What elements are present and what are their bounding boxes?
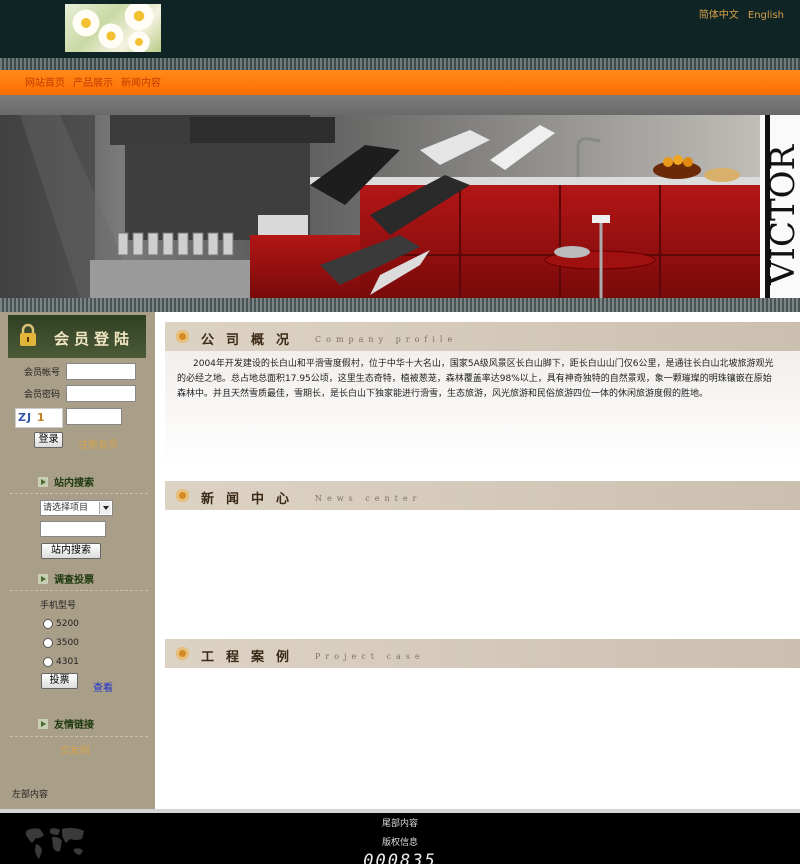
- banner-stripe: [0, 298, 800, 312]
- password-label: 会员密码: [24, 390, 61, 400]
- view-results-link[interactable]: 查看: [93, 679, 113, 694]
- site-search-title: 站内搜索: [54, 478, 94, 489]
- projects-title: 工程案例: [201, 650, 302, 665]
- login-title: 会员登陆: [54, 330, 135, 348]
- password-input[interactable]: [66, 385, 136, 402]
- chevron-down-icon: [99, 502, 111, 514]
- projects-subtitle: Project case: [315, 652, 425, 661]
- news-center-heading: 新闻中心 News center: [165, 481, 800, 510]
- logo-image: [65, 4, 161, 52]
- site-search-button[interactable]: 站内搜索: [41, 543, 101, 559]
- friend-link-item[interactable]: 交友网: [60, 742, 90, 757]
- divider: [10, 736, 148, 737]
- survey-radio-3[interactable]: [43, 657, 53, 667]
- site-search-heading: 站内搜索: [38, 474, 94, 489]
- friend-links-title: 友情链接: [54, 720, 94, 731]
- nav-news[interactable]: 新闻内容: [121, 74, 161, 89]
- bullet-icon: [176, 330, 189, 343]
- news-title: 新闻中心: [201, 492, 302, 507]
- survey-option-3: 4301: [56, 657, 79, 667]
- survey-radio-2[interactable]: [43, 638, 53, 648]
- header-stripe: [0, 58, 800, 70]
- captcha-input[interactable]: [66, 408, 122, 425]
- login-button[interactable]: 登录: [34, 432, 63, 448]
- bullet-icon: [176, 647, 189, 660]
- project-select[interactable]: 请选择项目: [40, 500, 113, 516]
- company-title: 公司概况: [201, 333, 302, 348]
- company-profile-heading: 公司概况 Company profile: [165, 322, 800, 351]
- account-label: 会员帐号: [24, 368, 61, 378]
- page: 简体中文 English 网站首页 产品展示 新闻内容 VICTOR 会员登陆 …: [0, 0, 800, 864]
- project-case-heading: 工程案例 Project case: [165, 639, 800, 668]
- survey-option-2: 3500: [56, 638, 79, 648]
- lang-english-link[interactable]: English: [748, 10, 784, 21]
- visit-counter: 000835: [363, 851, 437, 864]
- friend-links-heading: 友情链接: [38, 716, 94, 731]
- register-link[interactable]: 注册会员: [78, 436, 118, 451]
- svg-text:VICTOR: VICTOR: [763, 143, 800, 286]
- captcha-image: ZJ 1: [15, 408, 63, 428]
- nav-shadow-bar: [0, 95, 800, 115]
- footer: 尾部内容 版权信息 000835: [0, 813, 800, 864]
- survey-option-1: 5200: [56, 619, 79, 629]
- arrow-icon: [38, 574, 48, 584]
- nav-products[interactable]: 产品展示: [73, 74, 113, 89]
- captcha-text: ZJ: [18, 411, 33, 424]
- left-sidebar: 会员登陆 会员帐号 会员密码 ZJ 1 登录 注册会员 站内搜索 请选择项目 站…: [0, 312, 155, 809]
- footer-line-1: 尾部内容: [381, 819, 418, 829]
- footer-copyright: 版权信息: [381, 838, 418, 848]
- vote-button[interactable]: 投票: [41, 673, 78, 689]
- company-subtitle: Company profile: [315, 335, 458, 344]
- login-header: 会员登陆: [8, 315, 146, 358]
- survey-question: 手机型号: [40, 601, 77, 611]
- left-footer-text: 左部内容: [12, 790, 49, 800]
- project-select-value: 请选择项目: [43, 503, 89, 513]
- lang-chinese-link[interactable]: 简体中文: [699, 10, 739, 21]
- header: 简体中文 English: [0, 0, 800, 58]
- divider: [10, 590, 148, 591]
- divider: [10, 493, 148, 494]
- nav-home[interactable]: 网站首页: [25, 74, 65, 89]
- search-input[interactable]: [40, 521, 106, 537]
- captcha-tail: 1: [36, 411, 46, 424]
- main-nav: 网站首页 产品展示 新闻内容: [0, 70, 800, 95]
- arrow-icon: [38, 477, 48, 487]
- lock-icon: [20, 323, 36, 346]
- language-switch: 简体中文 English: [693, 6, 784, 21]
- arrow-icon: [38, 719, 48, 729]
- survey-radio-1[interactable]: [43, 619, 53, 629]
- survey-heading: 调查投票: [38, 571, 94, 586]
- kitchen-banner-image: VICTOR: [0, 115, 800, 298]
- kitchen-banner: VICTOR: [0, 115, 800, 298]
- survey-title: 调查投票: [54, 575, 94, 586]
- news-subtitle: News center: [315, 494, 422, 503]
- company-intro-text: 2004年开发建设的长白山和平滑雪度假村，位于中华十大名山，国家5A级风景区长白…: [177, 359, 774, 399]
- bullet-icon: [176, 489, 189, 502]
- account-input[interactable]: [66, 363, 136, 380]
